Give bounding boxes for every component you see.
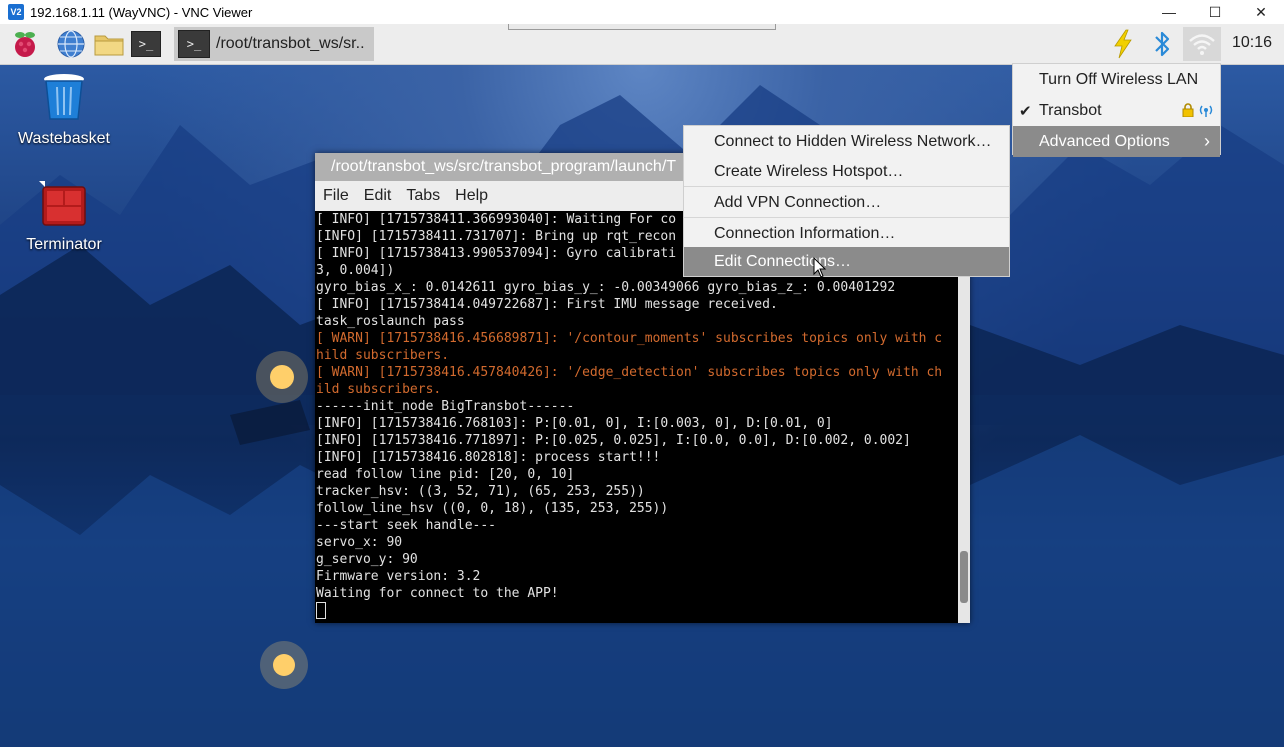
terminal-line: Waiting for connect to the APP! — [316, 586, 559, 601]
clock[interactable]: 10:16 — [1228, 34, 1276, 52]
terminal-warning-line: ild subscribers. — [316, 382, 442, 397]
checkmark-icon: ✔ — [1019, 102, 1032, 120]
menu-file[interactable]: File — [323, 187, 349, 205]
terminal-line: ---start seek handle--- — [316, 518, 497, 533]
web-browser-icon[interactable] — [56, 29, 86, 59]
wifi-icon[interactable] — [1183, 27, 1221, 61]
terminal-line: [ INFO] [1715738414.049722687]: First IM… — [316, 297, 778, 312]
terminal-line: task_roslaunch pass — [316, 314, 465, 329]
lightning-icon[interactable] — [1108, 28, 1138, 60]
menu-tabs[interactable]: Tabs — [406, 187, 440, 205]
menu-item-label: Create Wireless Hotspot… — [714, 162, 904, 180]
wastebasket-icon — [44, 74, 84, 120]
menu-item-connection-information[interactable]: Connection Information… — [684, 217, 1009, 249]
terminal-line: ------init_node BigTransbot------ — [316, 399, 575, 414]
vnc-logo-icon: V2 — [8, 4, 24, 20]
text-cursor — [316, 602, 326, 619]
desktop-icon-wastebasket[interactable]: Wastebasket — [14, 71, 114, 148]
mouse-pointer-icon — [813, 257, 827, 278]
terminal-line: tracker_hsv: ((3, 52, 71), (65, 253, 255… — [316, 484, 645, 499]
terminal-warning-line: [ WARN] [1715738416.456689871]: '/contou… — [316, 331, 943, 346]
network-menu: Turn Off Wireless LAN ✔ Transbot Advance… — [1012, 63, 1221, 157]
menu-item-advanced-options[interactable]: Advanced Options › — [1013, 126, 1220, 157]
scrollbar-thumb[interactable] — [960, 551, 968, 603]
terminal-line: servo_x: 90 — [316, 535, 403, 550]
menu-item-label: Add VPN Connection… — [714, 193, 882, 211]
advanced-options-submenu: Connect to Hidden Wireless Network… Crea… — [683, 125, 1010, 277]
window-edge — [508, 24, 776, 30]
bluetooth-icon[interactable] — [1148, 28, 1176, 60]
wifi-signal-icon — [1198, 102, 1214, 123]
menu-item-label: Connect to Hidden Wireless Network… — [714, 132, 992, 150]
vnc-title-bar: V2 192.168.1.11 (WayVNC) - VNC Viewer — … — [0, 0, 1284, 24]
terminal-icon: >_ — [178, 30, 210, 58]
vnc-window-title: 192.168.1.11 (WayVNC) - VNC Viewer — [30, 4, 253, 20]
desktop-icon-terminator[interactable]: Terminator — [14, 181, 114, 254]
terminal-line: g_servo_y: 90 — [316, 552, 418, 567]
menu-help[interactable]: Help — [455, 187, 488, 205]
terminal-line: [INFO] [1715738416.771897]: P:[0.025, 0.… — [316, 433, 911, 448]
menu-item-connect-hidden-network[interactable]: Connect to Hidden Wireless Network… — [684, 126, 1009, 157]
minimize-button[interactable]: — — [1146, 0, 1192, 24]
raspberry-pi-menu-icon[interactable] — [10, 29, 40, 59]
terminator-icon — [39, 181, 86, 226]
terminal-warning-line: [ WARN] [1715738416.457840426]: '/edge_d… — [316, 365, 943, 380]
terminal-line: [INFO] [1715738416.802818]: process star… — [316, 450, 661, 465]
menu-item-create-hotspot[interactable]: Create Wireless Hotspot… — [684, 156, 1009, 187]
terminal-line: read follow line pid: [20, 0, 10] — [316, 467, 575, 482]
terminal-warning-line: hild subscribers. — [316, 348, 450, 363]
menu-item-label: Transbot — [1039, 101, 1102, 119]
taskbar-task-terminal[interactable]: >_ /root/transbot_ws/sr.. — [174, 27, 374, 61]
maximize-button[interactable]: ☐ — [1192, 0, 1238, 24]
menu-item-turn-off-wireless[interactable]: Turn Off Wireless LAN — [1013, 64, 1220, 95]
menu-item-label: Advanced Options — [1039, 132, 1170, 150]
menu-item-label: Edit Connections… — [714, 252, 851, 270]
menu-item-network-transbot[interactable]: ✔ Transbot — [1013, 95, 1220, 126]
desktop-icon-label: Terminator — [26, 236, 102, 253]
terminal-line: gyro_bias_x_: 0.0142611 gyro_bias_y_: -0… — [316, 280, 896, 295]
close-button[interactable]: ✕ — [1238, 0, 1284, 24]
lock-icon — [1182, 103, 1194, 122]
taskbar: >_ >_ /root/transbot_ws/sr.. 10:16 — [0, 24, 1284, 65]
desktop-icon-label: Wastebasket — [18, 130, 110, 147]
menu-item-label: Turn Off Wireless LAN — [1039, 70, 1199, 88]
chevron-right-icon: › — [1204, 131, 1210, 151]
menu-edit[interactable]: Edit — [364, 187, 392, 205]
menu-item-add-vpn[interactable]: Add VPN Connection… — [684, 186, 1009, 218]
taskbar-task-label: /root/transbot_ws/sr.. — [216, 35, 365, 52]
terminal-line: follow_line_hsv ((0, 0, 18), (135, 253, … — [316, 501, 669, 516]
menu-item-edit-connections[interactable]: Edit Connections… — [684, 247, 1009, 276]
terminal-line: Firmware version: 3.2 — [316, 569, 481, 584]
menu-item-label: Connection Information… — [714, 224, 896, 242]
terminal-launcher-icon[interactable]: >_ — [131, 29, 161, 59]
file-manager-icon[interactable] — [93, 29, 124, 59]
terminal-title: /root/transbot_ws/src/transbot_program/l… — [331, 158, 677, 175]
terminal-line: [INFO] [1715738416.768103]: P:[0.01, 0],… — [316, 416, 833, 431]
terminal-prompt[interactable] — [316, 602, 957, 621]
